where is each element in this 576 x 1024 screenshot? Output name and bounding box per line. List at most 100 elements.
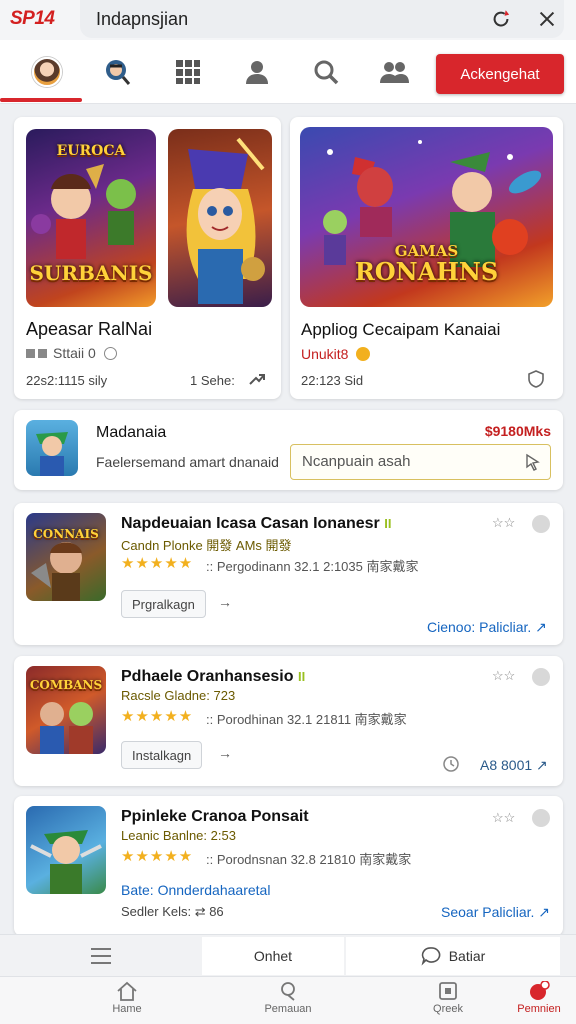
art-title: SURBANIS <box>29 261 153 285</box>
profile-avatar[interactable] <box>31 56 63 88</box>
install-button[interactable]: Instalkagn <box>121 741 203 769</box>
star-outline-icon[interactable]: ☆☆ <box>492 515 515 531</box>
featured-meta: Sttaii 0 <box>26 345 117 361</box>
address-text[interactable]: Indapnsjian <box>96 9 188 30</box>
app-icon: COMBANS <box>26 666 106 754</box>
bottom-nav-profile[interactable]: Pemnien <box>494 979 576 1015</box>
toolbar-right-label: Batiar <box>448 948 486 964</box>
grid-icon[interactable] <box>172 56 204 88</box>
list-item[interactable]: CONNAIS Napdeuaian Icasa Casan Ionanesr … <box>14 503 563 645</box>
rating-text-value: Pergodinann 32.1 2:1035 南家戴家 <box>216 559 419 574</box>
bottom-nav-label: Hame <box>112 1003 142 1015</box>
notification-icon <box>530 981 550 1000</box>
bottom-nav-explore[interactable]: Pemauan <box>243 979 333 1015</box>
badge: II <box>384 516 392 531</box>
rating-text-value: Porodhinan 32.1 21811 南家戴家 <box>216 712 407 727</box>
app-icon: CONNAIS <box>26 513 106 601</box>
search-card-description: Faelersemand amart dnanaid <box>96 454 279 470</box>
rating-text: :: Porodnsnan 32.8 21810 南家戴家 <box>206 852 412 867</box>
people-icon[interactable] <box>378 56 410 88</box>
list-item-title-text: Napdeuaian Icasa Casan Ionanesr <box>121 515 380 532</box>
arrow-icon: → <box>218 594 232 610</box>
bottom-nav-home[interactable]: Hame <box>82 979 172 1015</box>
star-outline-icon[interactable]: ☆☆ <box>492 810 515 826</box>
featured-title[interactable]: Appliog Cecaipam Kanaiai <box>301 320 500 340</box>
game-art: EUROCA SURBANIS <box>26 129 156 307</box>
size-label: A8 8001 ↗ <box>480 757 548 773</box>
square-icon <box>439 982 457 1000</box>
list-item-title: Ppinleke Cranoa Ponsait <box>121 808 309 825</box>
bottom-nav-check[interactable]: Qreek <box>403 979 493 1015</box>
arrow-icon: → <box>218 745 232 761</box>
toolbar-left-button[interactable]: Onhet <box>202 937 344 975</box>
avatar <box>32 57 62 87</box>
coin-icon <box>356 347 371 361</box>
featured-card[interactable]: EUROCA SURBANIS Apeasar RalNai Sttaii 0 … <box>14 117 281 399</box>
close-icon[interactable] <box>536 8 558 30</box>
address-bar[interactable]: Indapnsjian <box>80 0 564 38</box>
search-input-value: Ncanpuain asah <box>302 453 411 470</box>
rating-text-value: Porodnsnan 32.8 21810 南家戴家 <box>216 852 412 867</box>
reload-icon[interactable] <box>490 8 512 30</box>
user-search-icon[interactable] <box>101 56 133 88</box>
more-icon[interactable] <box>532 515 550 533</box>
star-outline-icon[interactable]: ☆☆ <box>492 668 515 684</box>
app-logo[interactable]: SP14 <box>10 8 55 30</box>
share-icon[interactable] <box>247 369 267 389</box>
search-icon[interactable] <box>310 56 342 88</box>
menu-icon[interactable] <box>90 947 112 965</box>
list-item-sub: Racsle Gladne: 723 <box>121 688 236 703</box>
chat-icon <box>421 947 441 966</box>
app-icon <box>26 420 78 476</box>
more-icon[interactable] <box>532 668 550 686</box>
cta-button[interactable]: Ackengehat <box>436 54 564 94</box>
rating-text: :: Porodhinan 32.1 21811 南家戴家 <box>206 712 407 727</box>
list-item-title-text: Pdhaele Oranhansesio <box>121 668 294 685</box>
action-toolbar: Onhet Batiar <box>0 934 576 976</box>
location-icon <box>281 982 295 1001</box>
details-link[interactable]: Cienoo: Palicliar. ↗ <box>427 619 547 636</box>
game-art <box>168 129 272 307</box>
art-subtitle: EUROCA <box>56 143 126 159</box>
featured-stats: 22:123 Sid <box>301 373 364 388</box>
list-item[interactable]: COMBANS Pdhaele Oranhansesio II Racsle G… <box>14 656 563 786</box>
details-link-text: Seoar Palicliar. <box>441 904 535 920</box>
bottom-nav-label: Qreek <box>433 1003 463 1015</box>
title-bar: SP14 Indapnsjian <box>0 0 576 40</box>
rating-text: :: Pergodinann 32.1 2:1035 南家戴家 <box>206 559 419 574</box>
art-title: COMBANS <box>29 678 103 692</box>
shield-icon[interactable] <box>526 369 546 389</box>
details-link[interactable]: Seoar Palicliar. ↗ <box>441 904 550 921</box>
game-art: GAMAS RONAHNS <box>300 127 553 307</box>
list-item[interactable]: Ppinleke Cranoa Ponsait Leanic Banlne: 2… <box>14 796 563 936</box>
size-label-text: A8 8001 <box>480 757 533 773</box>
featured-meta-text: Sttaii 0 <box>53 345 96 361</box>
install-button[interactable]: Prgralkagn <box>121 590 206 618</box>
details-link-text: Cienoo: Palicliar. <box>427 619 532 635</box>
featured-title[interactable]: Apeasar RalNai <box>26 319 152 340</box>
nav-row: Ackengehat <box>0 40 576 104</box>
search-card: Madanaia $9180Mks Faelersemand amart dna… <box>14 410 563 490</box>
featured-card[interactable]: GAMAS RONAHNS Appliog Cecaipam Kanaiai U… <box>290 117 563 399</box>
more-icon[interactable] <box>532 809 550 827</box>
rating-stars: ★★★★★ <box>121 708 194 725</box>
list-item-title: Pdhaele Oranhansesio II <box>121 668 305 686</box>
featured-stats: 22s2:1115 sily <box>26 373 108 388</box>
bottom-nav: Hame Pemauan Qreek Pemnien <box>0 976 576 1024</box>
badge: II <box>297 669 306 684</box>
art-title: RONAHNS <box>354 257 499 286</box>
seller-meta: Sedler Kels: ⇄ 86 <box>121 904 224 919</box>
price-label: $9180Mks <box>484 423 551 439</box>
search-card-title: Madanaia <box>96 424 167 441</box>
list-item-sub: Leanic Banlne: 2:53 <box>121 828 236 843</box>
featured-stats-right: 1 Sehe: <box>190 373 235 388</box>
list-item-title: Napdeuaian Icasa Casan Ionanesr II <box>121 515 391 533</box>
search-input[interactable]: Ncanpuain asah <box>290 444 551 480</box>
home-icon <box>117 981 137 1001</box>
active-tab-indicator <box>0 98 82 102</box>
bottom-nav-label: Pemnien <box>517 1003 561 1015</box>
toolbar-right-button[interactable]: Batiar <box>346 937 560 975</box>
app-icon <box>26 806 106 894</box>
person-icon[interactable] <box>241 56 273 88</box>
clock-icon <box>443 756 459 772</box>
